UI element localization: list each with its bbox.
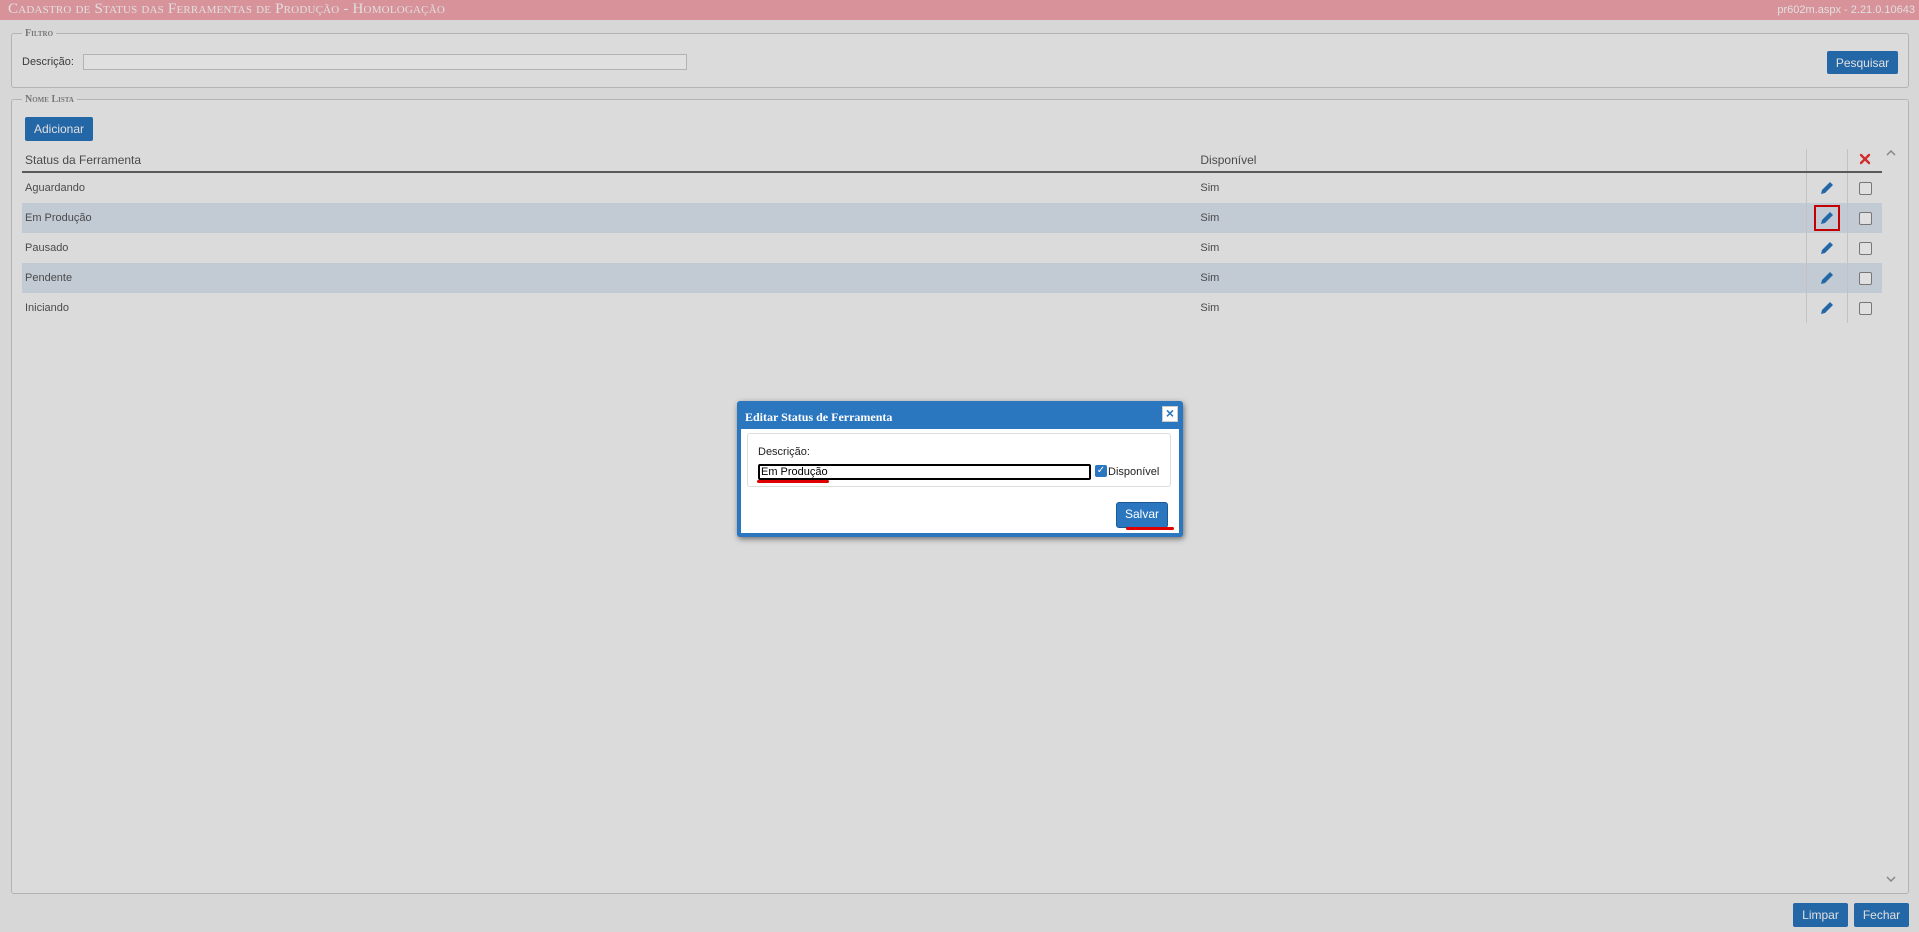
annotation-underline-input [757,480,829,483]
dialog-form: Descrição: Em Produção ✓ Disponível [747,433,1171,487]
available-checkbox[interactable]: ✓ [1095,465,1107,477]
close-icon[interactable]: × [1162,406,1178,422]
annotation-underline-save [1126,527,1174,530]
dialog-description-input[interactable]: Em Produção [758,464,1091,480]
available-checkbox-label[interactable]: Disponível [1108,466,1159,478]
save-button[interactable]: Salvar [1116,502,1168,528]
dialog-description-label: Descrição: [758,446,810,458]
dialog-title: Editar Status de Ferramenta [745,410,893,424]
edit-status-dialog: Editar Status de Ferramenta × Descrição:… [737,401,1183,537]
